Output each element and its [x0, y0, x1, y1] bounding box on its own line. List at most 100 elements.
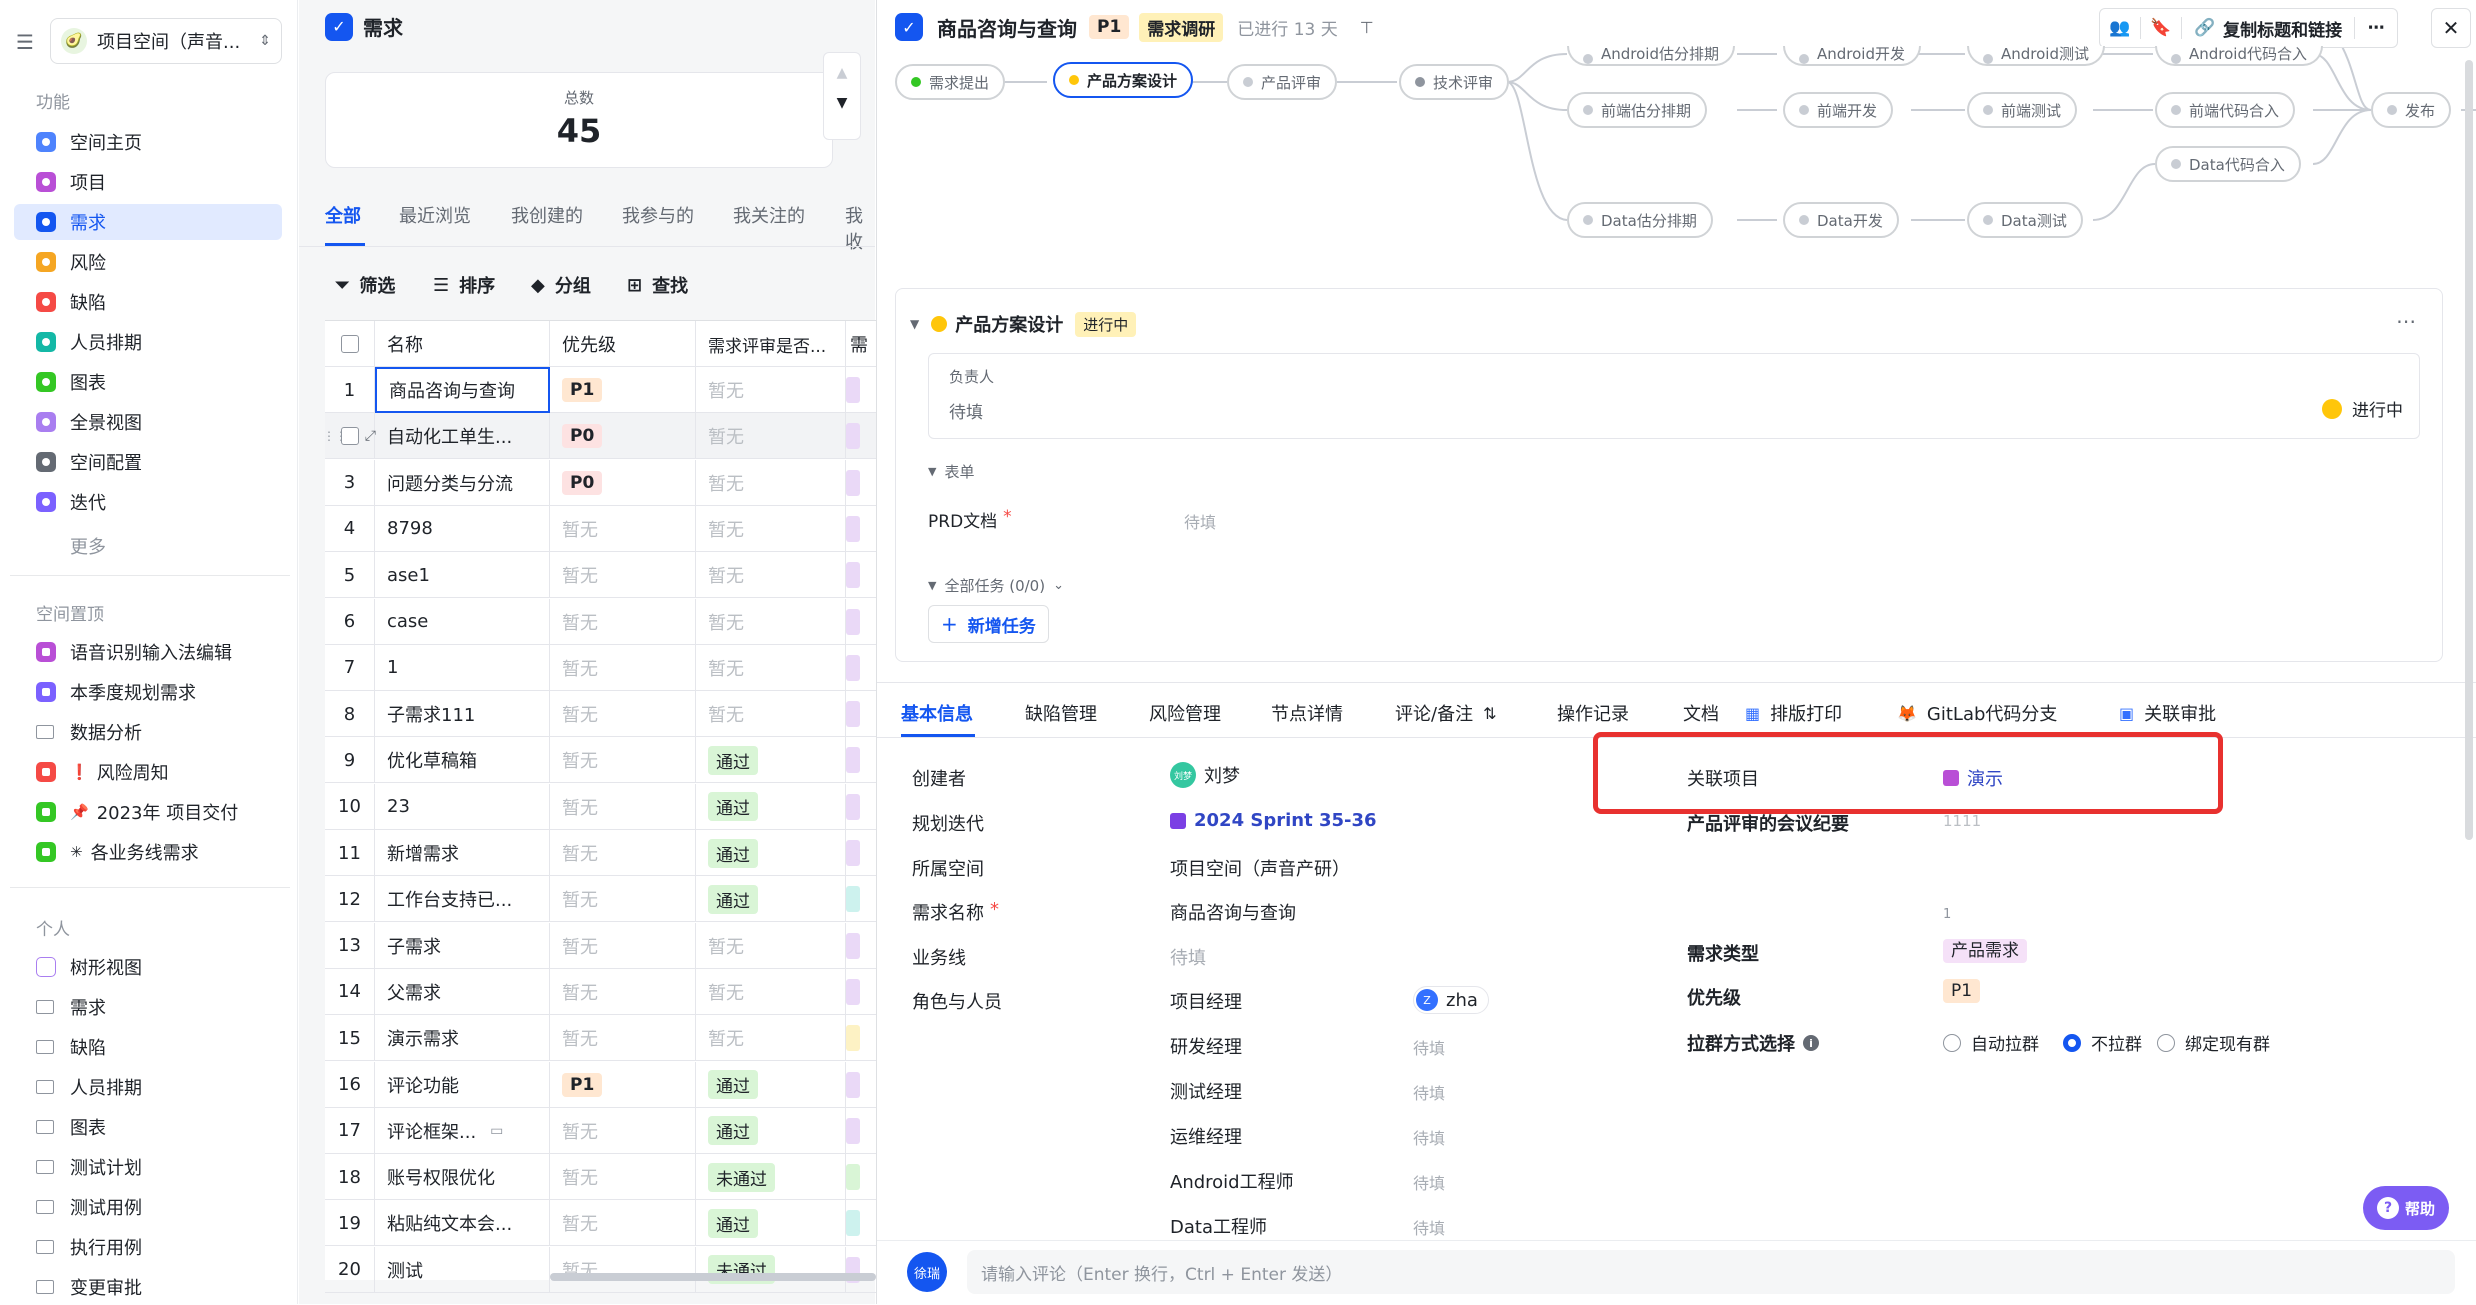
table-row[interactable]: 20测试暂无未通过 [325, 1246, 876, 1293]
column-name[interactable]: 名称 [375, 321, 550, 367]
table-row[interactable]: 5 ase1 暂无 暂无 [325, 552, 876, 599]
flow-node-front-2[interactable]: 前端测试 [1967, 92, 2078, 128]
flow-node-review[interactable]: 产品评审 [1227, 64, 1338, 100]
owner-field[interactable]: 负责人 待填 进行中 [928, 353, 2420, 439]
table-row[interactable]: 18 账号权限优化 暂无 未通过 [325, 1154, 876, 1201]
list-tab-1[interactable]: 最近浏览 [399, 202, 471, 228]
flow-node-front-3[interactable]: 前端代码合入 [2155, 92, 2296, 128]
row-name[interactable]: 23 [387, 796, 410, 817]
comment-icon[interactable]: ▭ [490, 1123, 503, 1139]
pri-value[interactable]: P1 [1943, 979, 1981, 1003]
line-value[interactable]: 待填 [1170, 944, 1206, 970]
personal-item-3[interactable]: 人员排期 [36, 1069, 282, 1105]
row-name[interactable]: 8798 [387, 518, 433, 539]
type-value[interactable]: 产品需求 [1943, 936, 2027, 963]
row-name[interactable]: 父需求 [387, 979, 441, 1005]
personal-item-8[interactable]: 变更审批 [36, 1269, 282, 1305]
close-panel-button[interactable]: ✕ [2431, 8, 2471, 48]
table-row[interactable]: 19 粘贴纯文本会... 暂无 通过 [325, 1200, 876, 1247]
sidebar-item-4[interactable]: 缺陷 [36, 284, 282, 320]
personal-item-4[interactable]: 图表 [36, 1109, 282, 1145]
sidebar-item-9[interactable]: 迭代 [36, 484, 282, 520]
flow-node-design[interactable]: 产品方案设计 [1053, 62, 1194, 98]
row-name[interactable]: 子需求111 [387, 701, 475, 727]
sidebar-item-5[interactable]: 人员排期 [36, 324, 282, 360]
space-switcher[interactable]: 🥑 项目空间（声音... ⇕ [50, 18, 282, 64]
tasks-toggle[interactable]: ▼ 全部任务 (0/0) ⌄ [928, 575, 1064, 596]
bookmark-icon[interactable]: 🔖 [2141, 18, 2181, 38]
scroll-down-icon[interactable]: ▼ [824, 95, 860, 111]
group-option-1[interactable]: 不拉群 [2063, 1030, 2142, 1055]
sidebar-item-0[interactable]: 空间主页 [36, 124, 282, 160]
horizontal-scrollbar[interactable] [550, 1273, 876, 1281]
pinned-item-4[interactable]: 📌 2023年 项目交付 [36, 794, 282, 830]
list-tab-0[interactable]: 全部 [325, 202, 361, 228]
name-value[interactable]: 商品咨询与查询 [1170, 899, 1296, 925]
row-name[interactable]: 评论框架... [387, 1118, 476, 1144]
column-priority[interactable]: 优先级 [550, 321, 696, 367]
table-row[interactable]: 15 演示需求 暂无 暂无 [325, 1015, 876, 1062]
info-icon[interactable]: i [1803, 1035, 1819, 1051]
scroll-up-icon[interactable]: ▲ [824, 65, 860, 81]
detail-tab-2[interactable]: 风险管理 [1149, 700, 1221, 726]
row-name[interactable]: ase1 [387, 565, 430, 586]
stage-badge[interactable]: 需求调研 [1139, 12, 1224, 42]
select-all-checkbox[interactable] [340, 335, 359, 353]
row-name[interactable]: 粘贴纯文本会... [387, 1210, 512, 1236]
table-row[interactable]: 6 case 暂无 暂无 [325, 598, 876, 645]
pinned-item-3[interactable]: ❗ 风险周知 [36, 754, 282, 790]
help-button[interactable]: ? 帮助 [2363, 1186, 2450, 1230]
row-name[interactable]: 自动化工单生... [387, 423, 512, 449]
table-row[interactable]: 7 1 暂无 暂无 [325, 644, 876, 691]
pinned-item-0[interactable]: 语音识别输入法编辑 [36, 634, 282, 670]
members-icon[interactable]: 👥 [2100, 18, 2140, 38]
row-name[interactable]: 演示需求 [387, 1025, 459, 1051]
personal-item-7[interactable]: 执行用例 [36, 1229, 282, 1265]
flow-node-data-merge[interactable]: Data代码合入 [2155, 146, 2301, 182]
flow-node-android-3[interactable]: Android代码合入 [2155, 46, 2323, 66]
role-value[interactable]: 待填 [1413, 1170, 1445, 1194]
pinned-item-2[interactable]: 数据分析 [36, 714, 282, 750]
comment-input[interactable]: 请输入评论（Enter 换行，Ctrl + Enter 发送） [967, 1250, 2455, 1294]
table-row[interactable]: 11 新增需求 暂无 通过 [325, 830, 876, 876]
detail-tab-3[interactable]: 节点详情 [1271, 700, 1343, 726]
pinned-item-5[interactable]: ✳ 各业务线需求 [36, 834, 282, 870]
personal-item-1[interactable]: 需求 [36, 989, 282, 1025]
row-name[interactable]: 商品咨询与查询 [389, 377, 515, 403]
flow-node-data-1[interactable]: Data开发 [1783, 202, 1899, 238]
row-name[interactable]: case [387, 611, 428, 632]
sort-button[interactable]: ☰ 排序 [433, 272, 495, 298]
detail-tab-8[interactable]: 🦊 GitLab代码分支 [1897, 700, 2057, 726]
prd-value[interactable]: 待填 [1184, 509, 1216, 533]
pin-icon[interactable]: ⊤ [1360, 18, 1374, 37]
sidebar-item-8[interactable]: 空间配置 [36, 444, 282, 480]
sidebar-item-7[interactable]: 全景视图 [36, 404, 282, 440]
add-task-button[interactable]: + 新增任务 [928, 605, 1049, 643]
table-row[interactable]: 3 问题分类与分流 P0 暂无 [325, 459, 876, 506]
more-link[interactable]: 更多 [36, 528, 282, 564]
creator-value[interactable]: 刘梦 刘梦 [1170, 762, 1240, 788]
table-row[interactable]: 8 子需求111 暂无 暂无 [325, 691, 876, 738]
column-review[interactable]: 需求评审是否... [696, 321, 846, 367]
personal-item-5[interactable]: 测试计划 [36, 1149, 282, 1185]
collapse-sidebar-icon[interactable]: ☰ [16, 30, 34, 54]
detail-tab-4[interactable]: 评论/备注 ⇅ [1395, 700, 1496, 726]
flow-node-tech-review[interactable]: 技术评审 [1399, 64, 1510, 100]
owner-status[interactable]: 进行中 [2352, 396, 2403, 421]
group-option-2[interactable]: 绑定现有群 [2157, 1030, 2270, 1055]
personal-item-2[interactable]: 缺陷 [36, 1029, 282, 1065]
row-name[interactable]: 新增需求 [387, 840, 459, 866]
iteration-value[interactable]: 2024 Sprint 35-36 [1170, 810, 1377, 831]
list-tab-4[interactable]: 我关注的 [733, 202, 805, 228]
flow-node-android-2[interactable]: Android测试 [1967, 46, 2105, 66]
group-option-0[interactable]: 自动拉群 [1943, 1030, 2039, 1055]
more-options-icon[interactable]: ⋯ [2355, 18, 2397, 38]
role-value[interactable]: 待填 [1413, 1035, 1445, 1059]
row-name[interactable]: 工作台支持已... [387, 886, 512, 912]
copy-link-button[interactable]: 🔗 复制标题和链接 [2182, 16, 2354, 41]
drag-handle-icon[interactable]: ⋮⋮ [323, 429, 347, 443]
role-value[interactable]: Zzha [1413, 986, 1489, 1014]
table-row[interactable]: 12 工作台支持已... 暂无 通过 [325, 876, 876, 923]
row-name[interactable]: 优化草稿箱 [387, 747, 477, 773]
priority-badge[interactable]: P1 [1089, 15, 1130, 39]
